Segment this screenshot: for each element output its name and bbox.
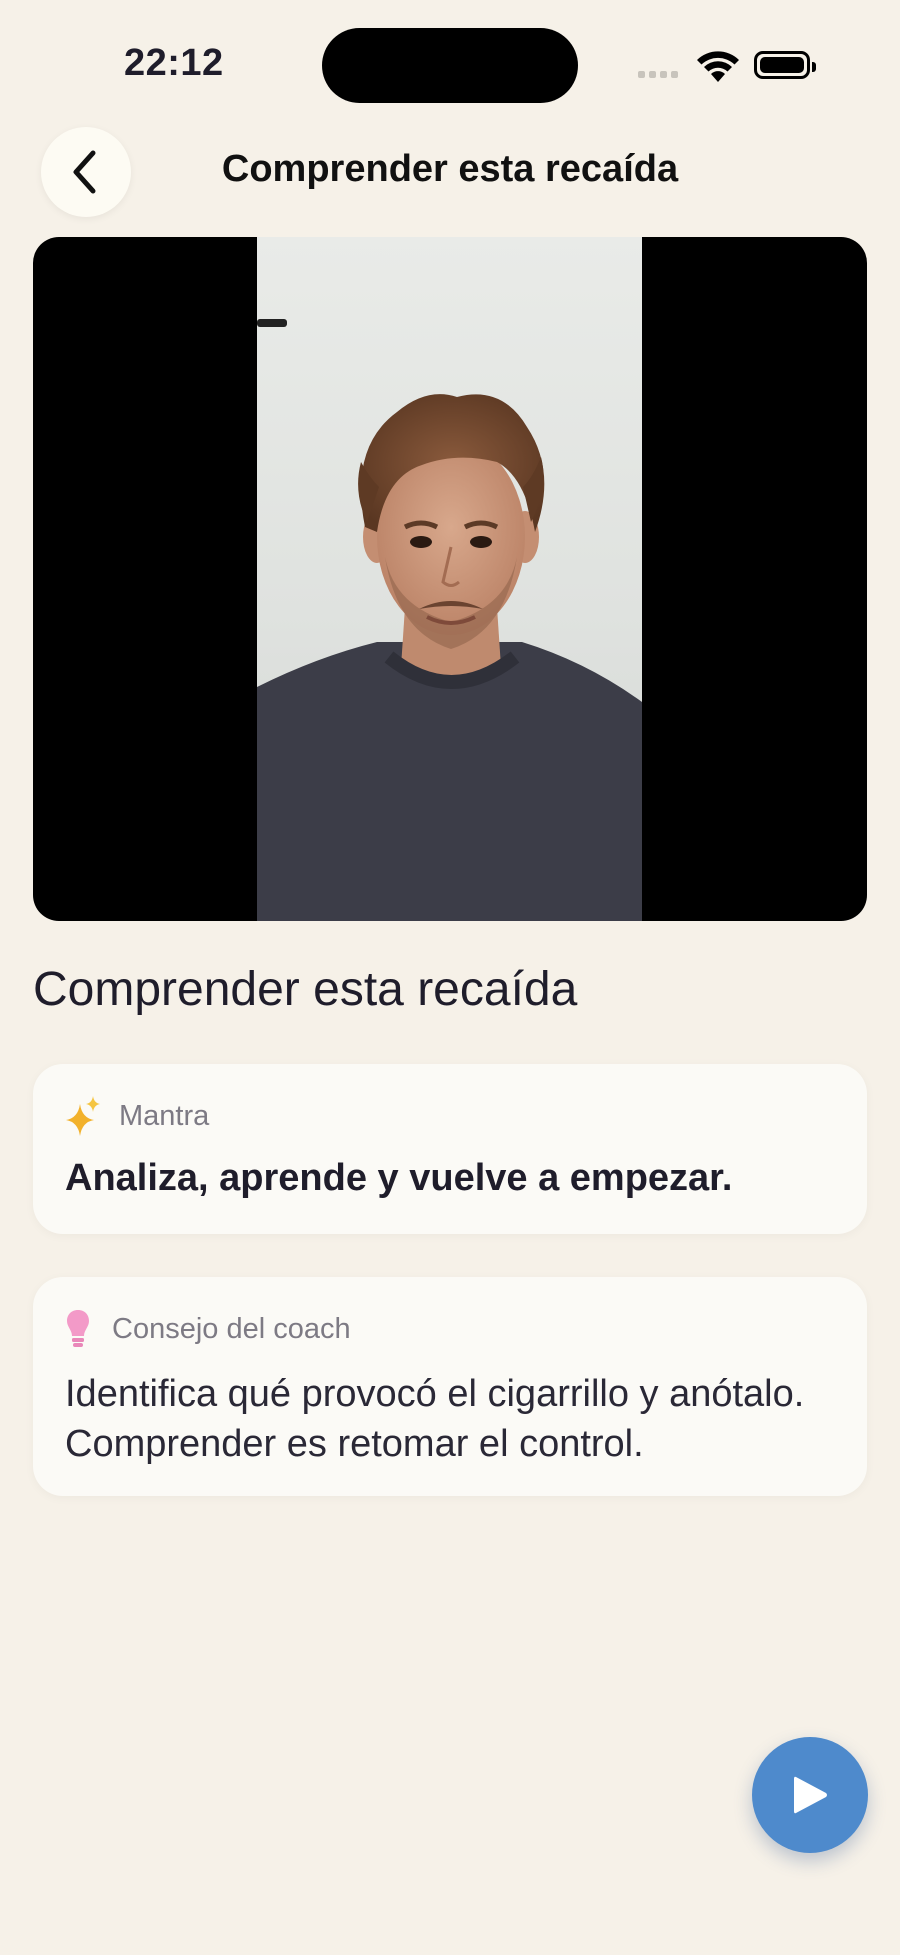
dynamic-island [322, 28, 578, 103]
video-frame [257, 237, 642, 921]
sparkles-icon [66, 1096, 100, 1136]
page-title: Comprender esta recaída [221, 148, 679, 190]
play-button[interactable] [752, 1737, 868, 1853]
wifi-icon [697, 51, 739, 82]
coach-tip-label: Consejo del coach [112, 1313, 351, 1345]
video-player[interactable] [33, 237, 867, 921]
coach-tip-card: Consejo del coach Identifica qué provocó… [33, 1277, 867, 1496]
coach-video-image [257, 319, 642, 921]
battery-icon [754, 51, 816, 79]
status-time: 22:12 [124, 42, 224, 84]
coach-tip-text: Identifica qué provocó el cigarrillo y a… [65, 1373, 805, 1465]
lightbulb-icon [67, 1310, 89, 1347]
cellular-signal-icon [638, 71, 678, 78]
play-icon [794, 1776, 827, 1814]
content-title: Comprender esta recaída [33, 963, 578, 1016]
mantra-text: Analiza, aprende y vuelve a empezar. [65, 1157, 733, 1199]
mantra-label: Mantra [119, 1100, 210, 1132]
mantra-card: Mantra Analiza, aprende y vuelve a empez… [33, 1064, 867, 1234]
